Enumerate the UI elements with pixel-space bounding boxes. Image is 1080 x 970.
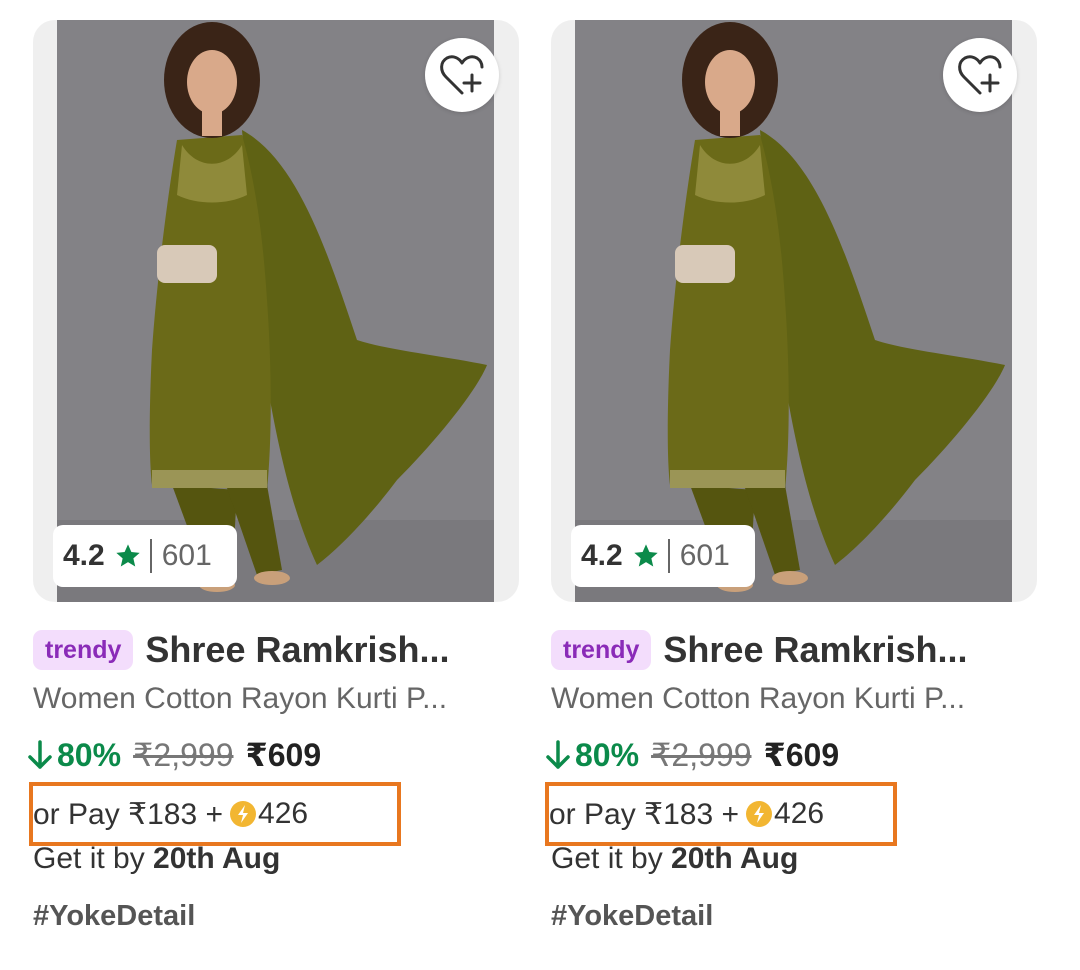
product-name[interactable]: Women Cotton Rayon Kurti P...: [551, 682, 1037, 716]
arrow-down-icon: [28, 740, 52, 769]
price-row: 80% ₹2,999 ₹609: [545, 736, 839, 774]
hashtag[interactable]: #YokeDetail: [33, 900, 195, 933]
mrp-price: ₹2,999: [133, 737, 234, 773]
trendy-badge: trendy: [33, 630, 134, 670]
brand-name[interactable]: Shree Ramkrish...: [145, 629, 449, 671]
rating-badge: 4.2 601: [53, 525, 237, 587]
title-row: trendy Shree Ramkrish...: [551, 625, 1037, 675]
coin-icon: [746, 801, 773, 827]
hashtag[interactable]: #YokeDetail: [551, 900, 713, 933]
product-name[interactable]: Women Cotton Rayon Kurti P...: [33, 682, 519, 716]
delivery-date: 20th Aug: [153, 842, 281, 875]
product-image[interactable]: [57, 20, 494, 602]
product-image-container[interactable]: 4.2 601: [551, 20, 1037, 602]
discount-percent: 80%: [575, 736, 640, 773]
product-card[interactable]: 4.2 601 trendy Shree Ramkrish... Women C…: [28, 20, 519, 960]
rating-score: 4.2: [63, 539, 105, 572]
rating-badge: 4.2 601: [571, 525, 755, 587]
pay-coins: 426: [258, 797, 309, 830]
pay-with-coins-text: or Pay ₹183 + 426: [33, 797, 308, 832]
pay-prefix: or Pay ₹183 +: [33, 797, 224, 831]
price-row: 80% ₹2,999 ₹609: [27, 736, 321, 774]
product-image[interactable]: [575, 20, 1012, 602]
wishlist-button[interactable]: [425, 38, 499, 112]
wishlist-button[interactable]: [943, 38, 1017, 112]
rating-count: 601: [161, 539, 212, 572]
trendy-badge: trendy: [551, 630, 652, 670]
star-icon: [634, 544, 658, 567]
delivery-prefix: Get it by: [551, 842, 672, 875]
star-icon: [116, 544, 140, 567]
pay-with-coins-highlight: or Pay ₹183 + 426: [29, 782, 401, 846]
rating-count: 601: [679, 539, 730, 572]
divider: [667, 539, 670, 573]
brand-name[interactable]: Shree Ramkrish...: [663, 629, 967, 671]
coin-icon: [230, 801, 257, 827]
delivery-date: 20th Aug: [671, 842, 799, 875]
pay-coins: 426: [774, 797, 825, 830]
divider: [149, 539, 152, 573]
delivery-info: Get it by 20th Aug: [33, 842, 280, 876]
arrow-down-icon: [546, 740, 570, 769]
mrp-price: ₹2,999: [651, 737, 752, 773]
delivery-prefix: Get it by: [33, 842, 154, 875]
title-row: trendy Shree Ramkrish...: [33, 625, 519, 675]
product-card[interactable]: 4.2 601 trendy Shree Ramkrish... Women C…: [545, 20, 1037, 960]
pay-prefix: or Pay ₹183 +: [549, 797, 740, 831]
pay-with-coins-highlight: or Pay ₹183 + 426: [545, 782, 897, 846]
heart-plus-icon: [440, 55, 484, 95]
selling-price: ₹609: [763, 737, 840, 773]
product-image-container[interactable]: 4.2 601: [33, 20, 519, 602]
discount-percent: 80%: [57, 736, 122, 773]
selling-price: ₹609: [245, 737, 322, 773]
heart-plus-icon: [958, 55, 1002, 95]
rating-score: 4.2: [581, 539, 623, 572]
delivery-info: Get it by 20th Aug: [551, 842, 798, 876]
pay-with-coins-text: or Pay ₹183 + 426: [549, 797, 824, 832]
